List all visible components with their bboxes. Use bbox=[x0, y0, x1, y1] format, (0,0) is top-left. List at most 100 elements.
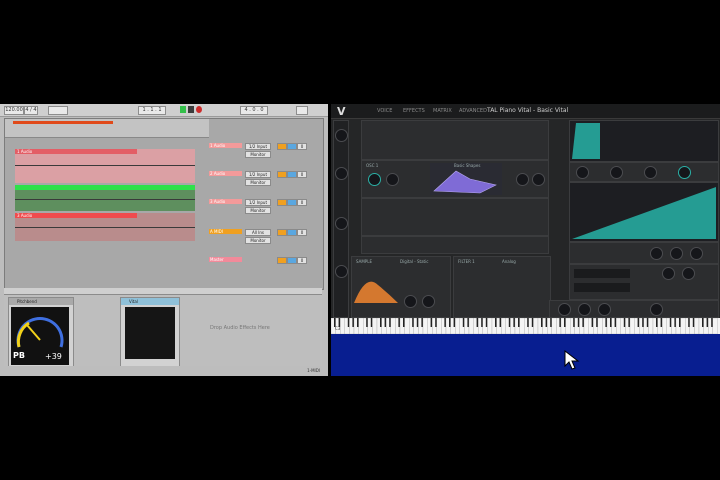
lfo-smooth-knob[interactable] bbox=[690, 247, 703, 260]
tab-matrix[interactable]: MATRIX bbox=[433, 107, 452, 115]
mod-knob-1[interactable] bbox=[662, 267, 675, 280]
track-activator-2[interactable] bbox=[277, 171, 287, 178]
osc1-pan-knob[interactable] bbox=[532, 173, 545, 186]
white-key[interactable] bbox=[648, 317, 654, 335]
signature-field[interactable]: 4 / 4 bbox=[24, 106, 38, 115]
bar-position-field[interactable]: 1 . 1 . 1 bbox=[138, 106, 166, 115]
white-key[interactable] bbox=[629, 317, 635, 335]
white-key[interactable] bbox=[565, 317, 571, 335]
master-activator[interactable] bbox=[277, 257, 287, 264]
lfo-tempo-knob[interactable] bbox=[650, 247, 663, 260]
track-activator-4[interactable] bbox=[277, 229, 287, 236]
track-activator-3[interactable] bbox=[277, 199, 287, 206]
tab-voice[interactable]: VOICE bbox=[377, 107, 392, 115]
volume-field-1[interactable]: 0 bbox=[297, 143, 307, 150]
piano-keyboard[interactable]: C3 bbox=[330, 317, 720, 335]
piano-keys-icon[interactable] bbox=[330, 317, 720, 335]
white-key[interactable] bbox=[597, 317, 603, 335]
loop-length-field[interactable]: 4 . 0 . 0 bbox=[240, 106, 268, 115]
white-key[interactable] bbox=[533, 317, 539, 335]
mod-dest-select[interactable] bbox=[574, 283, 630, 292]
osc1-wavetable[interactable]: Basic Shapes bbox=[430, 163, 502, 195]
env-decay-knob[interactable] bbox=[610, 166, 623, 179]
white-key[interactable] bbox=[662, 317, 667, 335]
volume-field-2[interactable]: 0 bbox=[297, 171, 307, 178]
white-key[interactable] bbox=[487, 317, 493, 335]
pitchbend-device[interactable]: Pitchbend PB +39 bbox=[8, 297, 74, 369]
osc1-knob-b[interactable] bbox=[386, 173, 399, 186]
tab-advanced[interactable]: ADVANCED bbox=[459, 107, 487, 115]
sidebar-knob-4[interactable] bbox=[335, 265, 348, 278]
sidebar-knob-2[interactable] bbox=[335, 167, 348, 180]
track-3-clip[interactable]: 3 Audio bbox=[15, 213, 195, 241]
master-volume-field[interactable]: 0 bbox=[297, 257, 307, 264]
white-key[interactable] bbox=[455, 317, 460, 335]
white-key[interactable] bbox=[404, 317, 410, 335]
lfo-delay-knob[interactable] bbox=[670, 247, 683, 260]
white-key[interactable] bbox=[616, 317, 621, 335]
white-key[interactable] bbox=[680, 317, 686, 335]
solo-button-2[interactable] bbox=[287, 171, 297, 178]
input-select-1[interactable]: 1/2 Input bbox=[245, 143, 271, 150]
solo-button-4[interactable] bbox=[287, 229, 297, 236]
mod-source-select[interactable] bbox=[574, 269, 630, 278]
sidebar-knob-1[interactable] bbox=[335, 129, 348, 142]
timeline-ruler[interactable] bbox=[5, 119, 209, 138]
volume-field-4[interactable]: 0 bbox=[297, 229, 307, 236]
white-key[interactable] bbox=[340, 317, 345, 335]
white-key[interactable] bbox=[519, 317, 525, 335]
voice-knob-3[interactable] bbox=[598, 303, 611, 316]
track-2-clip[interactable]: 2 Audio bbox=[15, 185, 195, 211]
env-release-knob[interactable] bbox=[678, 166, 691, 179]
monitor-select-3[interactable]: Monitor bbox=[245, 207, 271, 214]
white-key[interactable] bbox=[468, 317, 474, 335]
white-key[interactable] bbox=[551, 317, 557, 335]
input-select-3[interactable]: 1/2 Input bbox=[245, 199, 271, 206]
white-key[interactable] bbox=[372, 317, 378, 335]
osc-3-panel[interactable] bbox=[361, 198, 549, 236]
metronome-field[interactable] bbox=[48, 106, 68, 115]
filter-panel[interactable]: FILTER 1 Analog bbox=[453, 256, 551, 318]
osc1-level-knob[interactable] bbox=[516, 173, 529, 186]
solo-button-3[interactable] bbox=[287, 199, 297, 206]
stop-icon[interactable] bbox=[188, 106, 194, 113]
monitor-select-2[interactable]: Monitor bbox=[245, 179, 271, 186]
track-activator-1[interactable] bbox=[277, 143, 287, 150]
tab-effects[interactable]: EFFECTS bbox=[403, 107, 425, 115]
voice-knob-2[interactable] bbox=[578, 303, 591, 316]
osc1-knob-a[interactable] bbox=[368, 173, 381, 186]
white-key[interactable] bbox=[694, 317, 700, 335]
monitor-select-4[interactable]: Monitor bbox=[245, 237, 271, 244]
lfo-display[interactable] bbox=[569, 182, 719, 242]
white-key[interactable] bbox=[390, 317, 396, 335]
white-key[interactable] bbox=[712, 317, 718, 335]
sample-knob-2[interactable] bbox=[422, 295, 435, 308]
play-icon[interactable] bbox=[180, 106, 186, 113]
sample-panel[interactable]: SAMPLE Digital - Static bbox=[351, 256, 451, 318]
white-key[interactable] bbox=[583, 317, 589, 335]
envelope-display[interactable] bbox=[569, 120, 719, 162]
sample-knob-1[interactable] bbox=[404, 295, 417, 308]
arrangement-view[interactable]: 1 Audio 2 Audio 3 Audio 1 Audio 1/2 Inpu… bbox=[4, 118, 324, 290]
white-key[interactable] bbox=[358, 317, 364, 335]
tempo-field[interactable]: 120.00 bbox=[4, 106, 24, 115]
white-key[interactable] bbox=[501, 317, 506, 335]
mod-knob-2[interactable] bbox=[682, 267, 695, 280]
volume-field-3[interactable]: 0 bbox=[297, 199, 307, 206]
sidebar-knob-3[interactable] bbox=[335, 217, 348, 230]
master-solo-button[interactable] bbox=[287, 257, 297, 264]
osc-1-panel[interactable]: OSC 1 Basic Shapes bbox=[361, 160, 549, 198]
voice-knob-1[interactable] bbox=[558, 303, 571, 316]
loop-brace[interactable] bbox=[13, 121, 113, 124]
voice-knob-4[interactable] bbox=[650, 303, 663, 316]
track-1-clip[interactable]: 1 Audio bbox=[15, 149, 195, 183]
env-attack-knob[interactable] bbox=[576, 166, 589, 179]
white-key[interactable] bbox=[422, 317, 428, 335]
input-select-4[interactable]: All Ins bbox=[245, 229, 271, 236]
record-icon[interactable] bbox=[196, 106, 202, 113]
preset-name[interactable]: TAL Piano Vital - Basic Vital bbox=[487, 107, 568, 114]
vital-device[interactable]: Vital bbox=[120, 297, 180, 369]
osc-panel-top[interactable] bbox=[361, 120, 549, 160]
env-sustain-knob[interactable] bbox=[644, 166, 657, 179]
monitor-select-1[interactable]: Monitor bbox=[245, 151, 271, 158]
